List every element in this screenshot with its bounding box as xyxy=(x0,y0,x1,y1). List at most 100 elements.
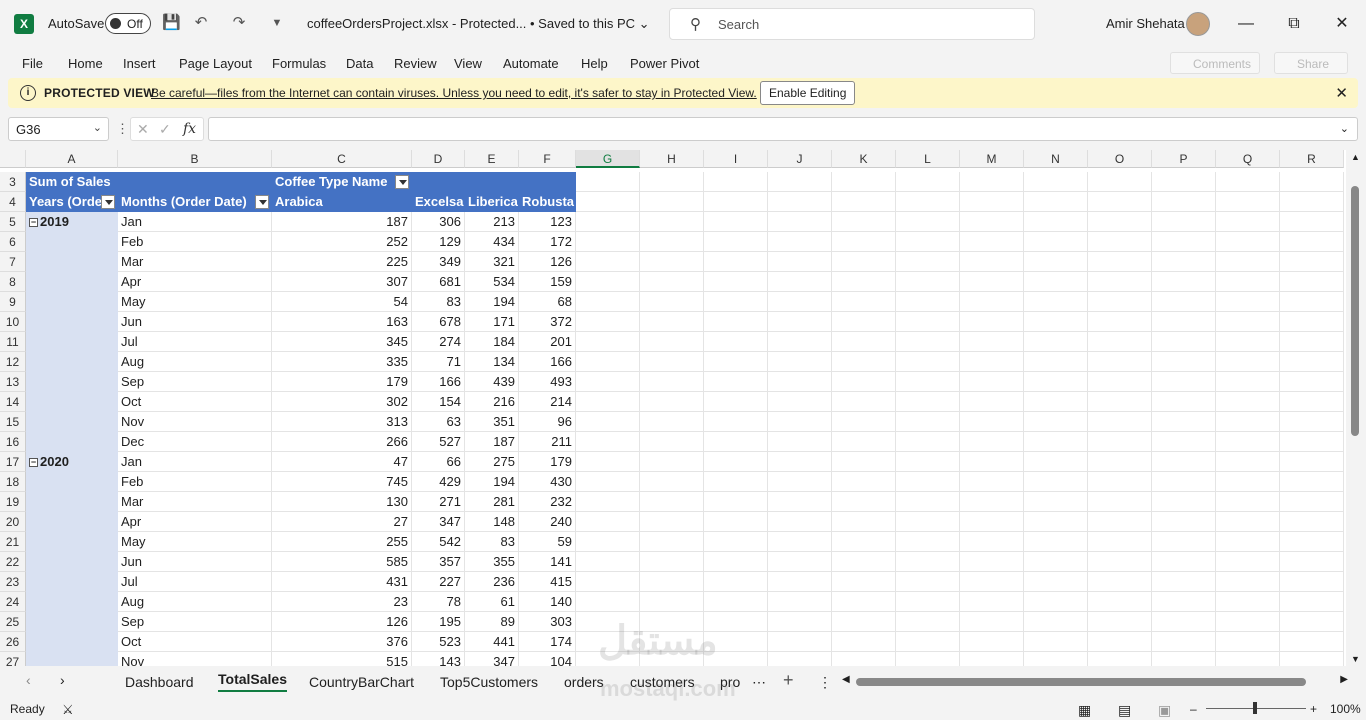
row-header[interactable]: 4 xyxy=(0,192,26,212)
pivot-years-field[interactable]: Years (Orde xyxy=(26,192,118,212)
cell[interactable] xyxy=(1280,352,1344,372)
pivot-year-cell[interactable] xyxy=(26,532,118,552)
cell[interactable] xyxy=(1216,452,1280,472)
comments-button[interactable]: Comments xyxy=(1170,52,1261,74)
pivot-value-cell[interactable]: 179 xyxy=(272,372,412,392)
cell[interactable] xyxy=(832,192,896,212)
cell[interactable] xyxy=(1280,312,1344,332)
pivot-value-cell[interactable]: 194 xyxy=(465,292,519,312)
pivot-month-cell[interactable]: Jun xyxy=(118,552,272,572)
cell[interactable] xyxy=(960,172,1024,192)
tab-insert[interactable]: Insert xyxy=(123,56,156,71)
cell[interactable] xyxy=(576,412,640,432)
cell[interactable] xyxy=(576,432,640,452)
row-header[interactable]: 5 xyxy=(0,212,26,232)
cell[interactable] xyxy=(1216,332,1280,352)
cell[interactable] xyxy=(960,392,1024,412)
scroll-up-icon[interactable]: ▲ xyxy=(1351,152,1360,162)
column-header-b[interactable]: B xyxy=(118,150,272,168)
cell[interactable] xyxy=(1280,552,1344,572)
tab-totalsales[interactable]: TotalSales xyxy=(218,671,287,692)
collapse-icon[interactable]: − xyxy=(29,218,38,227)
cell[interactable] xyxy=(896,552,960,572)
pivot-value-cell[interactable]: 83 xyxy=(412,292,465,312)
cell[interactable] xyxy=(896,652,960,666)
pivot-blank[interactable] xyxy=(118,172,272,192)
pivot-value-cell[interactable]: 130 xyxy=(272,492,412,512)
cell[interactable] xyxy=(960,512,1024,532)
pivot-value-cell[interactable]: 83 xyxy=(465,532,519,552)
tab-top5customers[interactable]: Top5Customers xyxy=(440,674,538,690)
pivot-value-cell[interactable]: 415 xyxy=(519,572,576,592)
pivot-year-cell[interactable] xyxy=(26,632,118,652)
column-header-k[interactable]: K xyxy=(832,150,896,168)
cell[interactable] xyxy=(1024,412,1088,432)
row-header[interactable]: 13 xyxy=(0,372,26,392)
pivot-value-cell[interactable]: 78 xyxy=(412,592,465,612)
pivot-year-cell[interactable] xyxy=(26,512,118,532)
column-header-n[interactable]: N xyxy=(1024,150,1088,168)
cell[interactable] xyxy=(1216,572,1280,592)
pivot-year-cell[interactable] xyxy=(26,492,118,512)
pivot-year-cell[interactable] xyxy=(26,432,118,452)
select-all-corner[interactable] xyxy=(0,150,26,168)
cell[interactable] xyxy=(576,252,640,272)
cell[interactable] xyxy=(704,372,768,392)
pivot-value-cell[interactable]: 201 xyxy=(519,332,576,352)
pivot-month-cell[interactable]: Oct xyxy=(118,632,272,652)
cell[interactable] xyxy=(576,272,640,292)
pivot-value-cell[interactable]: 542 xyxy=(412,532,465,552)
pivot-type-header[interactable]: Robusta xyxy=(519,192,576,212)
cell[interactable] xyxy=(1024,552,1088,572)
cell[interactable] xyxy=(896,472,960,492)
normal-view-icon[interactable]: ▦ xyxy=(1078,702,1091,719)
cell[interactable] xyxy=(1152,272,1216,292)
pivot-month-cell[interactable]: Dec xyxy=(118,432,272,452)
cell[interactable] xyxy=(1152,372,1216,392)
pivot-value-cell[interactable]: 306 xyxy=(412,212,465,232)
share-button[interactable]: Share xyxy=(1274,52,1349,74)
pivot-value-cell[interactable]: 126 xyxy=(272,612,412,632)
cell[interactable] xyxy=(704,412,768,432)
cell[interactable] xyxy=(768,332,832,352)
cell[interactable] xyxy=(1088,272,1152,292)
cell[interactable] xyxy=(1088,612,1152,632)
cell[interactable] xyxy=(704,532,768,552)
cell[interactable] xyxy=(1152,312,1216,332)
cell[interactable] xyxy=(576,492,640,512)
cell[interactable] xyxy=(1088,652,1152,666)
cell[interactable] xyxy=(576,312,640,332)
pivot-year-cell[interactable] xyxy=(26,552,118,572)
cell[interactable] xyxy=(768,372,832,392)
cell[interactable] xyxy=(896,392,960,412)
cell[interactable] xyxy=(768,472,832,492)
cell[interactable] xyxy=(640,432,704,452)
pivot-value-cell[interactable]: 434 xyxy=(465,232,519,252)
cell[interactable] xyxy=(832,452,896,472)
cell[interactable] xyxy=(1280,212,1344,232)
cell[interactable] xyxy=(960,472,1024,492)
pivot-month-cell[interactable]: Aug xyxy=(118,592,272,612)
cell[interactable] xyxy=(1088,512,1152,532)
row-header[interactable]: 12 xyxy=(0,352,26,372)
undo-icon[interactable]: ↶ xyxy=(192,14,210,32)
pivot-value-cell[interactable]: 349 xyxy=(412,252,465,272)
cell[interactable] xyxy=(576,532,640,552)
cell[interactable] xyxy=(576,332,640,352)
pivot-value-cell[interactable]: 187 xyxy=(272,212,412,232)
cell[interactable] xyxy=(576,352,640,372)
row-header[interactable]: 17 xyxy=(0,452,26,472)
cell[interactable] xyxy=(1152,532,1216,552)
cell[interactable] xyxy=(1280,512,1344,532)
cell[interactable] xyxy=(896,312,960,332)
cell[interactable] xyxy=(768,572,832,592)
pivot-value-cell[interactable]: 429 xyxy=(412,472,465,492)
pivot-month-cell[interactable]: Apr xyxy=(118,512,272,532)
cell[interactable] xyxy=(1216,272,1280,292)
cell[interactable] xyxy=(1024,632,1088,652)
cell[interactable] xyxy=(1280,272,1344,292)
pivot-value-cell[interactable]: 143 xyxy=(412,652,465,666)
cell[interactable] xyxy=(960,492,1024,512)
cell[interactable] xyxy=(896,292,960,312)
filter-dropdown-icon[interactable] xyxy=(101,195,115,209)
